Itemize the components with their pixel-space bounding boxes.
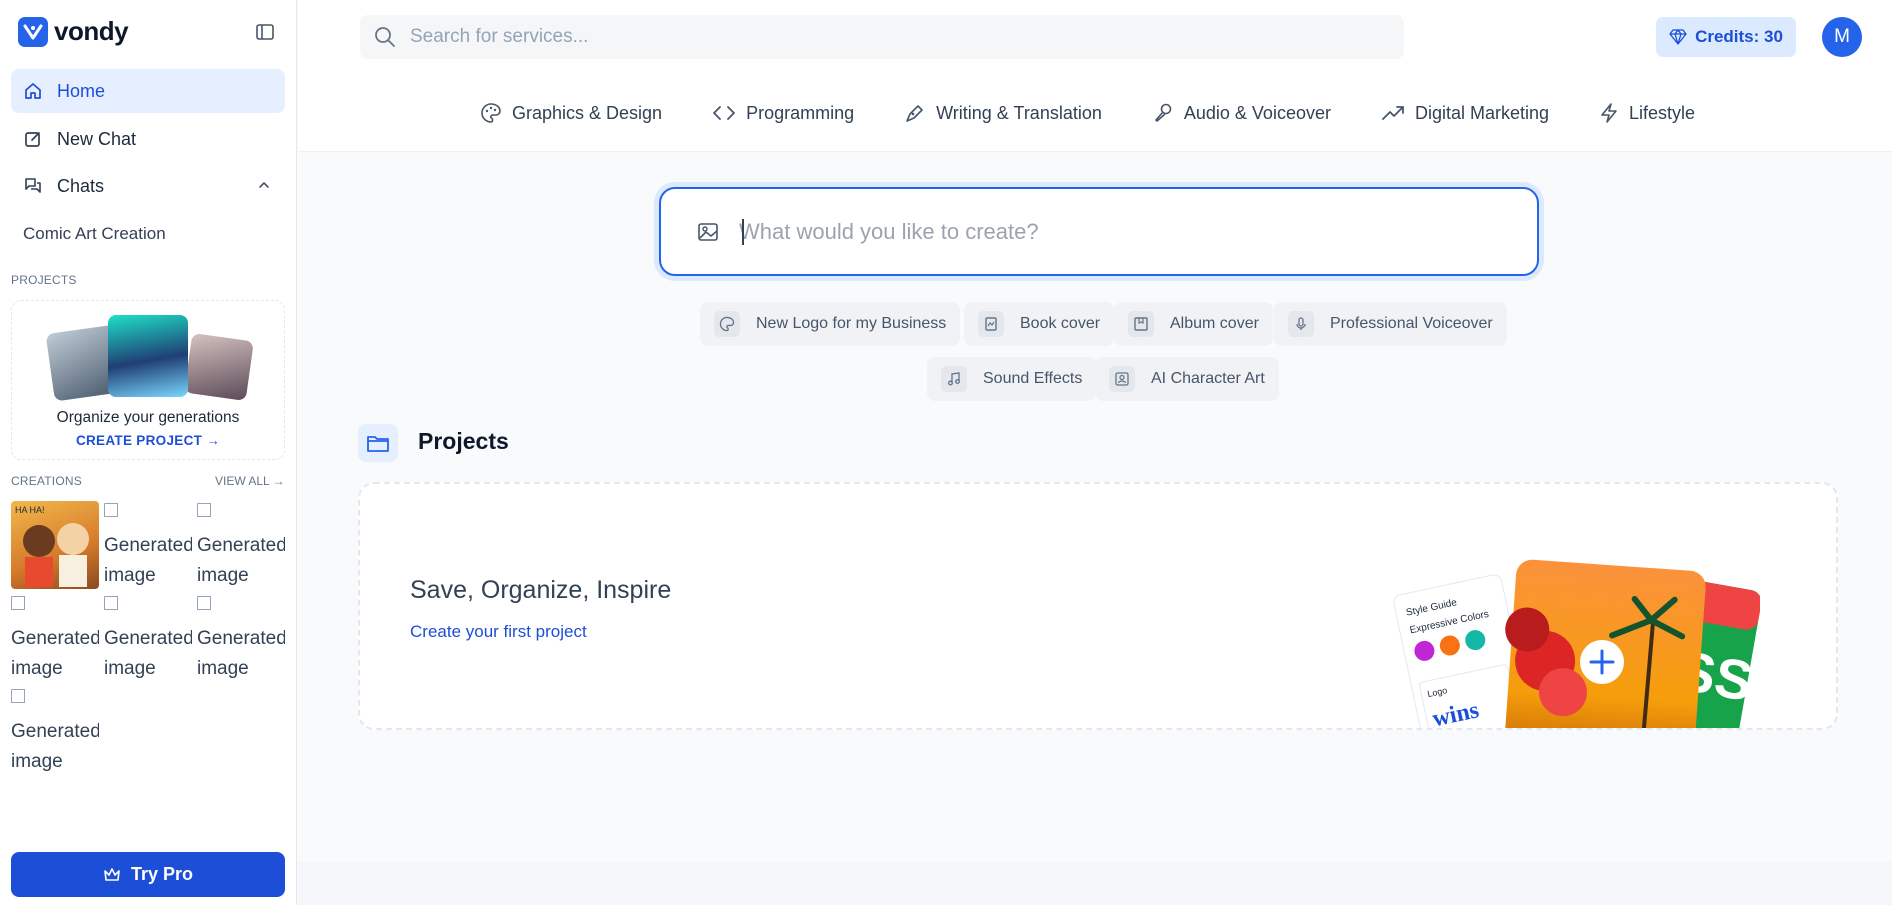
svg-text:HA HA!: HA HA! — [15, 505, 45, 515]
create-project-link[interactable]: CREATE PROJECT → — [12, 433, 284, 448]
lightning-icon — [1601, 103, 1617, 123]
category-graphics-design[interactable]: Graphics & Design — [480, 102, 662, 124]
image-upload-icon[interactable] — [697, 221, 719, 243]
suggestion-chip-sound-effects[interactable]: Sound Effects — [927, 357, 1097, 401]
pen-icon — [906, 105, 923, 122]
projects-empty-title: Save, Organize, Inspire — [410, 576, 672, 604]
category-writing-translation[interactable]: Writing & Translation — [904, 102, 1102, 124]
chats-icon — [25, 178, 41, 193]
creation-thumb[interactable]: HA HA! — [11, 501, 99, 589]
creation-thumb[interactable]: Generated image — [11, 687, 99, 775]
category-audio-voiceover[interactable]: Audio & Voiceover — [1152, 102, 1331, 124]
projects-empty-state: Save, Organize, Inspire Create your firs… — [358, 482, 1838, 730]
arrow-right-icon: → — [272, 474, 285, 488]
creation-thumb[interactable]: Generated image — [197, 594, 285, 682]
sidebar-item-label: Chats — [57, 175, 105, 196]
suggestion-chip-new-logo[interactable]: New Logo for my Business — [700, 302, 961, 346]
text-cursor — [742, 219, 744, 245]
sidebar-item-new-chat[interactable]: New Chat — [11, 117, 285, 161]
suggestion-chip-ai-character-art[interactable]: AI Character Art — [1095, 357, 1279, 401]
sidebar-item-home[interactable]: Home — [11, 69, 285, 113]
projects-heading: Projects — [418, 428, 509, 454]
book-icon — [978, 311, 1004, 337]
projects-card-title: Organize your generations — [56, 409, 240, 426]
album-icon — [1128, 311, 1154, 337]
footer-strip — [298, 862, 1892, 905]
trending-up-icon — [1382, 106, 1404, 120]
projects-section-label: PROJECTS — [11, 273, 77, 287]
search-bar[interactable] — [360, 15, 1404, 59]
search-icon — [375, 27, 395, 47]
category-programming[interactable]: Programming — [712, 102, 854, 124]
sidebar-item-label: Home — [57, 80, 106, 101]
create-first-project-link[interactable]: Create your first project — [410, 622, 587, 642]
create-prompt-box[interactable] — [659, 187, 1539, 276]
vondy-logo-icon — [18, 16, 48, 47]
palette-icon — [481, 103, 501, 123]
brand-name: vondy — [54, 16, 129, 46]
creations-section-label: CREATIONS — [11, 474, 82, 488]
music-note-icon — [941, 366, 967, 392]
credits-badge[interactable]: Credits: 30 — [1656, 17, 1796, 57]
folder-icon — [358, 424, 398, 462]
palette-icon — [714, 311, 740, 337]
create-prompt-input[interactable] — [739, 218, 1519, 245]
search-input[interactable] — [410, 26, 1310, 48]
chat-item-comic-art-creation[interactable]: Comic Art Creation — [23, 224, 166, 244]
suggestion-chip-book-cover[interactable]: Book cover — [964, 302, 1115, 346]
suggestion-chip-album-cover[interactable]: Album cover — [1114, 302, 1273, 346]
gem-icon — [1669, 29, 1687, 45]
code-icon — [713, 106, 735, 120]
mic-icon — [1288, 311, 1314, 337]
category-digital-marketing[interactable]: Digital Marketing — [1381, 102, 1549, 124]
sidebar: vondy Home New Chat Chats Comic Art Crea… — [0, 0, 297, 905]
creation-thumb[interactable]: Generated image — [197, 501, 285, 589]
projects-illustration-center — [108, 315, 188, 397]
microphone-icon — [1155, 103, 1172, 122]
creation-thumb[interactable]: Generated image — [11, 594, 99, 682]
edit-icon — [25, 132, 40, 147]
projects-illustration-right — [184, 332, 254, 402]
arrow-right-icon: → — [206, 433, 221, 448]
creation-thumb[interactable]: Generated image — [104, 594, 192, 682]
suggestion-chip-professional-voiceover[interactable]: Professional Voiceover — [1274, 302, 1507, 346]
category-nav: Graphics & Design Programming Writing & … — [480, 102, 1695, 124]
category-lifestyle[interactable]: Lifestyle — [1599, 102, 1695, 124]
brand-logo[interactable]: vondy — [18, 16, 129, 47]
crown-icon — [104, 867, 120, 881]
projects-illustration: SS Style Guide Expressive Colors Logo wi… — [1393, 559, 1760, 728]
sidebar-item-label: New Chat — [57, 128, 137, 149]
user-avatar[interactable]: M — [1822, 17, 1862, 57]
chevron-up-icon[interactable] — [257, 178, 271, 192]
top-header: Credits: 30 M Graphics & Design Programm… — [298, 0, 1892, 152]
comic-art-image: HA HA! — [15, 505, 89, 587]
view-all-link[interactable]: VIEW ALL → — [215, 474, 285, 488]
creation-thumb[interactable]: Generated image — [104, 501, 192, 589]
create-project-card[interactable]: Organize your generations CREATE PROJECT… — [11, 300, 285, 460]
sidebar-toggle-icon[interactable] — [255, 22, 275, 42]
home-icon — [25, 83, 41, 99]
try-pro-button[interactable]: Try Pro — [11, 852, 285, 897]
sidebar-item-chats[interactable]: Chats — [11, 164, 285, 208]
portrait-icon — [1109, 366, 1135, 392]
